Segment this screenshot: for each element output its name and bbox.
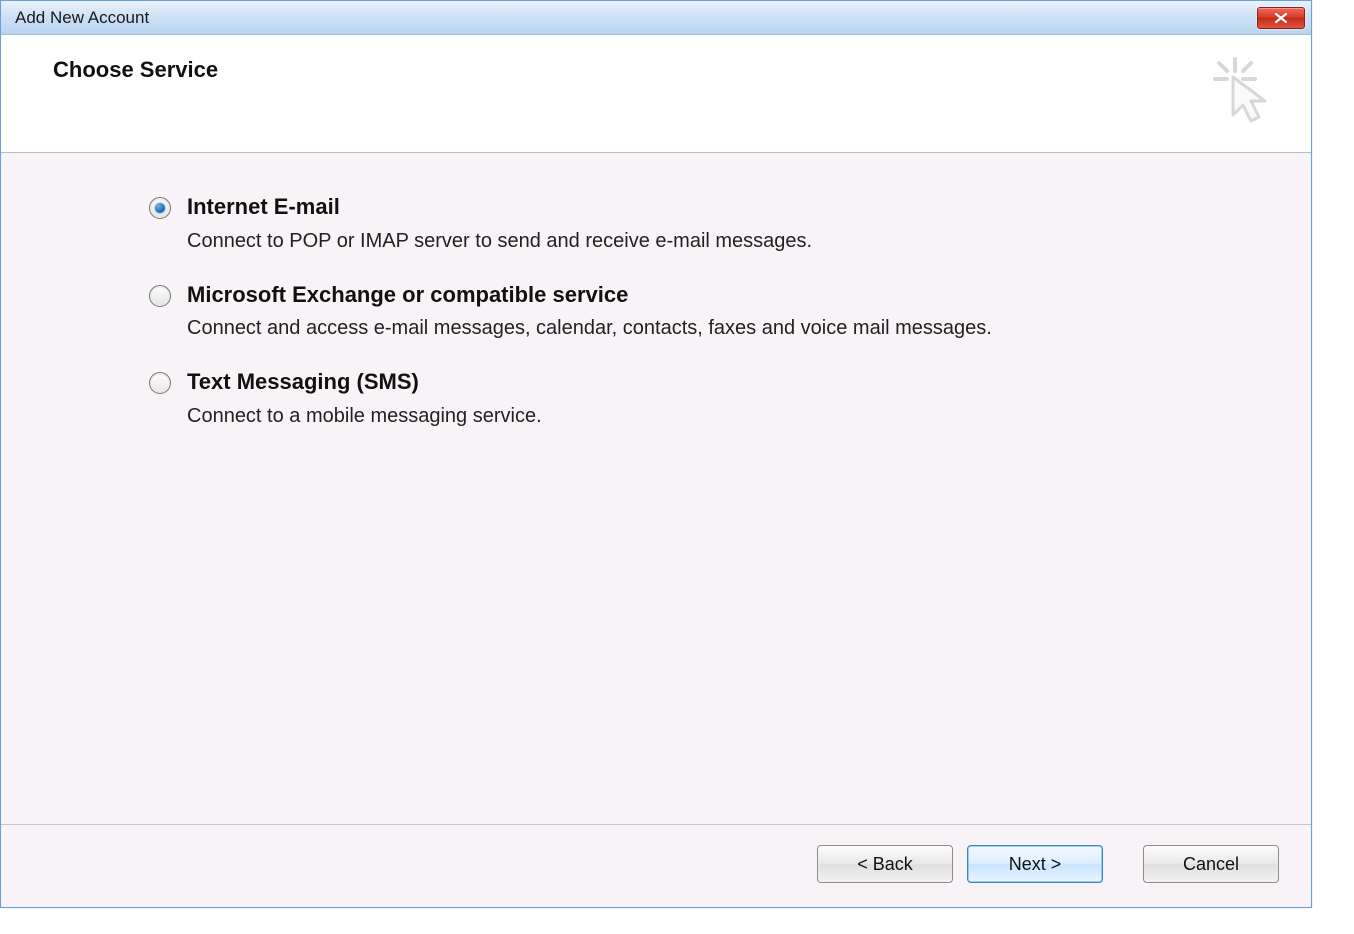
back-button[interactable]: < Back xyxy=(817,845,953,883)
next-button[interactable]: Next > xyxy=(967,845,1103,883)
wizard-header: Choose Service xyxy=(1,35,1311,153)
wizard-footer: < Back Next > Cancel xyxy=(1,824,1311,907)
option-description: Connect to POP or IMAP server to send an… xyxy=(187,228,812,255)
add-new-account-dialog: Add New Account Choose Service Internet … xyxy=(0,0,1312,908)
option-title: Text Messaging (SMS) xyxy=(187,368,542,397)
titlebar[interactable]: Add New Account xyxy=(1,1,1311,35)
option-title: Microsoft Exchange or compatible service xyxy=(187,281,992,310)
close-icon xyxy=(1273,12,1289,24)
page-title: Choose Service xyxy=(53,57,1271,83)
option-title: Internet E-mail xyxy=(187,193,812,222)
option-sms[interactable]: Text Messaging (SMS) Connect to a mobile… xyxy=(149,368,1259,430)
window-title: Add New Account xyxy=(15,8,1257,28)
radio-internet-email[interactable] xyxy=(149,197,171,219)
cursor-click-icon xyxy=(1207,53,1281,127)
cancel-button[interactable]: Cancel xyxy=(1143,845,1279,883)
options-panel: Internet E-mail Connect to POP or IMAP s… xyxy=(1,153,1311,824)
option-description: Connect and access e-mail messages, cale… xyxy=(187,315,992,342)
close-button[interactable] xyxy=(1257,7,1305,29)
option-exchange[interactable]: Microsoft Exchange or compatible service… xyxy=(149,281,1259,343)
option-description: Connect to a mobile messaging service. xyxy=(187,403,542,430)
radio-sms[interactable] xyxy=(149,372,171,394)
radio-exchange[interactable] xyxy=(149,285,171,307)
option-internet-email[interactable]: Internet E-mail Connect to POP or IMAP s… xyxy=(149,193,1259,255)
